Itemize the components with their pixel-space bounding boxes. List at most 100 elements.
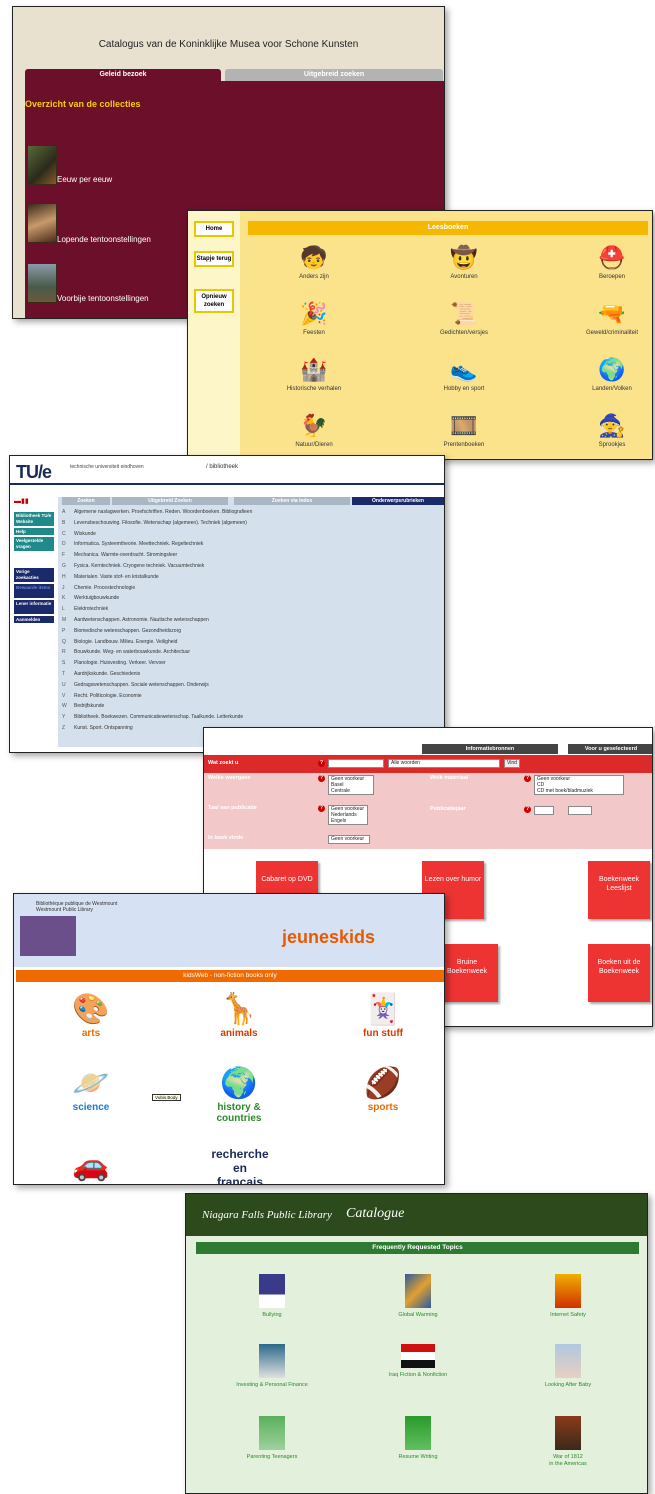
subject-label[interactable]: Bouwkunde. Weg- en waterbouwkunde. Archi… (74, 649, 190, 655)
subject-label[interactable]: Biologie. Landbouw. Milieu. Energie. Vei… (74, 639, 177, 645)
stapje-terug-button[interactable]: Stapje terug (194, 251, 234, 267)
topic-war-of-1812[interactable]: War of 1812 in the Americas (508, 1416, 628, 1468)
library-name[interactable]: Bibliothèque publique de Westmount Westm… (36, 901, 117, 913)
help-icon[interactable]: ? (524, 775, 531, 782)
tab-zoeken[interactable]: Zoeken (62, 497, 110, 505)
tab-zoeken-via-index[interactable]: Zoeken via Index (234, 497, 350, 505)
help-icon[interactable]: ? (318, 775, 325, 782)
subject-row[interactable]: Q Biologie. Landbouw. Milieu. Energie. Ve… (62, 639, 177, 645)
subject-row[interactable]: B Levensbeschouwing. Filosofie. Wetenscha… (62, 520, 247, 526)
tile-bruine-boekenweek[interactable]: Bruine Boekenweek (436, 944, 498, 1002)
subject-label[interactable]: Kunst. Sport. Ontspanning (74, 725, 133, 731)
subject-row[interactable]: L Elektrotechniek (62, 606, 108, 612)
subject-row[interactable]: F Mechanica. Warmte-overdracht. Stromings… (62, 552, 177, 558)
subject-row[interactable]: H Materialen. Vaste stof- en kristalkunde (62, 574, 159, 580)
library-name[interactable]: Niagara Falls Public Library (202, 1209, 332, 1221)
nav-veelgestelde-vragen[interactable]: Veelgestelde vragen (14, 537, 54, 551)
subject-label[interactable]: Levensbeschouwing. Filosofie. Wetenschap… (74, 520, 247, 526)
subject-label[interactable]: Werktuigbouwkunde (74, 595, 119, 601)
topic-iraq[interactable]: Iraq Fiction & Nonfiction (358, 1344, 478, 1379)
help-icon[interactable]: ? (318, 805, 325, 812)
subject-row[interactable]: G Fysica. Kerntechniek. Cryogene techniek… (62, 563, 204, 569)
subject-row[interactable]: Y Bibliotheek. Boekwezen. Communicatiewet… (62, 714, 243, 720)
option[interactable]: CD met boek/bladmuziek (537, 788, 621, 794)
subject-label[interactable]: Aardwetenschappen. Astronomie. Nautische… (74, 617, 209, 623)
subject-label[interactable]: Fysica. Kerntechniek. Cryogene techniek.… (74, 563, 204, 569)
subject-row[interactable]: S Planologie. Huisvesting. Verkeer. Vervo… (62, 660, 166, 666)
word-mode-select[interactable]: Alle woorden (388, 759, 500, 768)
category-prentenboeken[interactable]: 🎞️ Prentenboeken (424, 413, 504, 448)
nav-vorige-zoekacties[interactable]: Vorige zoekacties (14, 568, 54, 582)
category-science[interactable]: 🪐 science (46, 1066, 136, 1113)
nav-lener-informatie[interactable]: Lener informatie (14, 600, 54, 614)
tile-boeken-uit-boekenweek[interactable]: Boeken uit de Boekenweek (588, 944, 650, 1002)
help-icon[interactable]: ? (524, 806, 531, 813)
category-arts[interactable]: 🎨 arts (46, 992, 136, 1039)
subject-label[interactable]: Bibliotheek. Boekwezen. Communicatiewete… (74, 714, 243, 720)
subject-row[interactable]: R Bouwkunde. Weg- en waterbouwkunde. Arch… (62, 649, 190, 655)
category-transportation[interactable]: 🚗 transportation (46, 1148, 136, 1184)
taal-select[interactable]: Geen voorkeur Nederlands Engels (328, 805, 368, 825)
option[interactable]: Engels (331, 818, 365, 824)
help-icon[interactable]: ? (318, 760, 325, 767)
subject-label[interactable]: Biomedische wetenschappen. Gezondheidszo… (74, 628, 181, 634)
subject-row[interactable]: V Recht. Politicologie. Economie (62, 693, 142, 699)
tile-boekenweek-leeslijst[interactable]: Boekenweek Leeslijst (588, 861, 650, 919)
subject-label[interactable]: Informatica. Systeemtheorie. Meettechnie… (74, 541, 203, 547)
search-input[interactable] (328, 759, 384, 768)
subject-row[interactable]: Z Kunst. Sport. Ontspanning (62, 725, 133, 731)
topic-parenting-teenagers[interactable]: Parenting Teenagers (212, 1416, 332, 1461)
find-button[interactable]: Vind (504, 759, 520, 768)
subject-label[interactable]: Recht. Politicologie. Economie (74, 693, 142, 699)
category-avonturen[interactable]: 🤠 Avonturen (424, 245, 504, 280)
materiaal-select[interactable]: Geen voorkeur CD CD met boek/bladmuziek (534, 775, 624, 795)
subject-label[interactable]: Materialen. Vaste stof- en kristalkunde (74, 574, 159, 580)
subject-label[interactable]: Algemene naslagwerken. Proefschriften. R… (74, 509, 252, 515)
link-eeuw-per-eeuw[interactable]: Eeuw per eeuw (57, 175, 112, 184)
subject-label[interactable]: Wiskunde (74, 531, 96, 537)
subject-row[interactable]: U Gedragswetenschappen. Sociale wetenscha… (62, 682, 209, 688)
castle-logo-icon[interactable] (20, 916, 76, 956)
jeuneskids-logo[interactable]: jeuneskids (282, 927, 375, 948)
tab-geleid-bezoek[interactable]: Geleid bezoek (25, 69, 221, 81)
subject-row[interactable]: W Bedrijfskunde (62, 703, 104, 709)
tab-onderwerpsrubrieken[interactable]: Onderwerpsrubrieken (352, 497, 444, 505)
topic-bullying[interactable]: Bullying (212, 1274, 332, 1319)
category-anders-zijn[interactable]: 🧒 Anders zijn (274, 245, 354, 280)
topic-internet-safety[interactable]: Internet Safety (508, 1274, 628, 1319)
subject-label[interactable]: Elektrotechniek (74, 606, 108, 612)
category-landen-volken[interactable]: 🌍 Landen/Volken (572, 357, 652, 392)
link-lopende-tentoonstellingen[interactable]: Lopende tentoonstellingen (57, 235, 151, 244)
category-geweld[interactable]: 🔫 Geweld/criminaliteit (572, 301, 652, 336)
option[interactable]: Centrale (331, 788, 371, 794)
topic-resume-writing[interactable]: Resume Writing (358, 1416, 478, 1461)
category-sprookjes[interactable]: 🧙 Sprookjes (572, 413, 652, 448)
category-feesten[interactable]: 🎉 Feesten (274, 301, 354, 336)
home-button[interactable]: Home (194, 221, 234, 237)
category-natuur-dieren[interactable]: 🐓 Natuur/Dieren (274, 413, 354, 448)
category-historische-verhalen[interactable]: 🏰 Historische verhalen (274, 357, 354, 392)
painting-thumbnail[interactable] (27, 145, 57, 185)
category-sports[interactable]: 🏈 sports (338, 1066, 428, 1113)
subject-row[interactable]: A Algemene naslagwerken. Proefschriften. … (62, 509, 252, 515)
topic-looking-after-baby[interactable]: Looking After Baby (508, 1344, 628, 1389)
subject-label[interactable]: Gedragswetenschappen. Sociale wetenschap… (74, 682, 209, 688)
tab-uitgebreid-zoeken[interactable]: Uitgebreid zoeken (225, 69, 443, 81)
language-flags-icon[interactable]: ▬▮▮ (14, 497, 29, 505)
link-voorbije-tentoonstellingen[interactable]: Voorbije tentoonstellingen (57, 294, 149, 303)
subject-row[interactable]: P Biomedische wetenschappen. Gezondheidsz… (62, 628, 181, 634)
nav-bibliotheek[interactable]: Bibliotheek TU/e Website (14, 512, 54, 526)
topic-global-warming[interactable]: Global Warming (358, 1274, 478, 1319)
weergave-select[interactable]: Geen voorkeur Basel Centrale (328, 775, 374, 795)
category-gedichten[interactable]: 📜 Gedichten/versjes (424, 301, 504, 336)
nav-bewaarde-items[interactable]: Bewaarde items (14, 584, 54, 598)
year-from-input[interactable] (534, 806, 554, 815)
opnieuw-zoeken-button[interactable]: Opnieuw zoeken (194, 289, 234, 313)
subject-row[interactable]: M Aardwetenschappen. Astronomie. Nautisch… (62, 617, 209, 623)
subject-row[interactable]: T Aardrijkskunde. Geschiedenis (62, 671, 140, 677)
category-beroepen[interactable]: ⛑️ Beroepen (572, 245, 652, 280)
subject-row[interactable]: J Chemie. Procestechnologie (62, 585, 135, 591)
boek-select[interactable]: Geen voorkeur (328, 835, 370, 844)
subject-label[interactable]: Bedrijfskunde (74, 703, 104, 709)
category-animals[interactable]: 🦒 animals (194, 992, 284, 1039)
